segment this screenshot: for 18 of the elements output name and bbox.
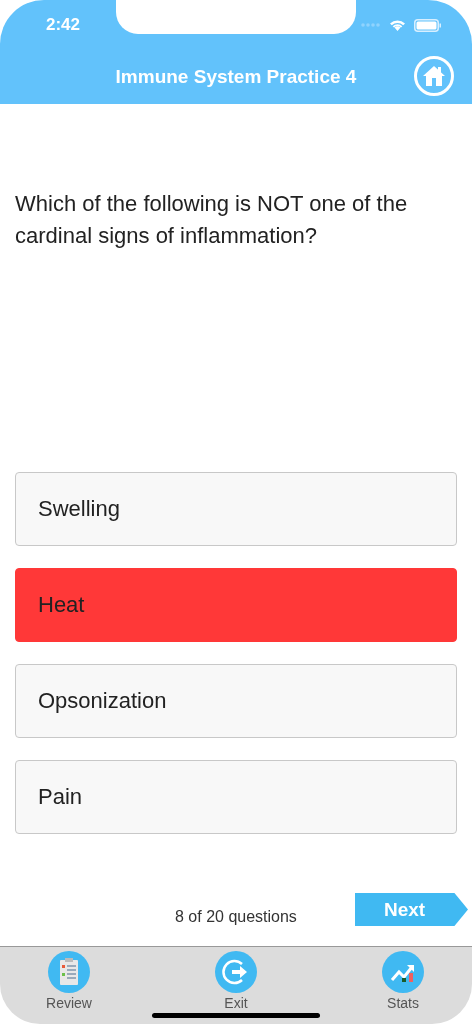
status-time: 2:42 [46, 15, 81, 35]
home-button[interactable] [414, 56, 454, 96]
answer-option[interactable]: Pain [15, 760, 457, 834]
screen-title: Immune System Practice 4 [115, 66, 357, 88]
clipboard-icon [48, 951, 90, 993]
exit-icon [215, 951, 257, 993]
home-icon [422, 65, 446, 87]
wifi-icon [389, 19, 406, 31]
tab-item[interactable]: Review [24, 951, 114, 1024]
progress-text: 8 of 20 questions [175, 908, 297, 926]
chart-icon [382, 951, 424, 993]
question-text: Which of the following is NOT one of the cardinal signs of inflammation? [15, 190, 409, 250]
answer-option[interactable]: Swelling [15, 472, 457, 546]
tab-item[interactable]: Stats [358, 951, 448, 1024]
answer-option[interactable]: Opsonization [15, 664, 457, 738]
battery-icon [414, 18, 442, 32]
answer-option[interactable]: Heat [15, 568, 457, 642]
signal-icon [361, 23, 381, 27]
